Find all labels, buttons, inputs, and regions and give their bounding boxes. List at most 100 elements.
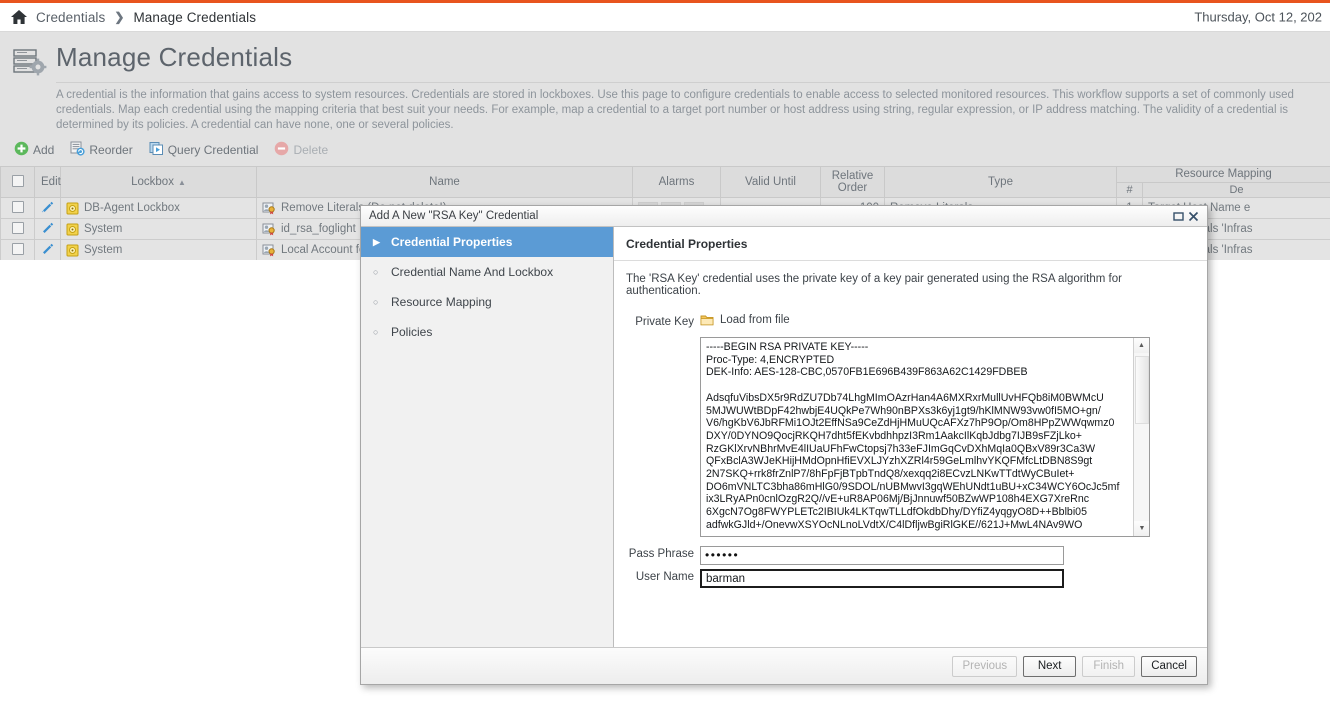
nav-item-label: Credential Name And Lockbox (391, 265, 554, 279)
row-lockbox-cell: DB-Agent Lockbox (60, 197, 257, 219)
finish-button[interactable]: Finish (1082, 655, 1136, 677)
grid-header-resource-mapping: Resource Mapping (1116, 166, 1330, 183)
next-button[interactable]: Next (1023, 655, 1077, 677)
grid-header-lockbox-label: Lockbox (131, 176, 174, 188)
private-key-scrollbar[interactable]: ▲ ▼ (1133, 338, 1149, 536)
delete-button: Delete (274, 141, 328, 159)
nav-item-credential-properties[interactable]: ▶ Credential Properties (361, 227, 613, 257)
pane-intro-text: The 'RSA Key' credential uses the privat… (626, 273, 1122, 297)
previous-button[interactable]: Previous (952, 655, 1018, 677)
query-credential-button[interactable]: Query Credential (149, 141, 258, 159)
dialog-title-bar[interactable]: Add A New "RSA Key" Credential (361, 206, 1207, 227)
private-key-textarea[interactable]: -----BEGIN RSA PRIVATE KEY----- Proc-Typ… (700, 337, 1150, 537)
minus-circle-icon (274, 141, 293, 159)
circle-bullet-icon: ○ (373, 267, 379, 277)
page-description: A credential is the information that gai… (56, 89, 1294, 131)
add-credential-dialog: Add A New "RSA Key" Credential ▶ Credent… (360, 205, 1208, 685)
row-checkbox[interactable] (11, 242, 24, 255)
grid-header-alarms[interactable]: Alarms (632, 166, 721, 198)
scrollbar-thumb[interactable] (1135, 356, 1149, 424)
private-key-text: -----BEGIN RSA PRIVATE KEY----- Proc-Typ… (706, 341, 1120, 531)
row-lockbox-cell: System (60, 218, 257, 240)
row-name-label: Local Account for (281, 244, 370, 256)
load-from-file-button[interactable]: Load from file (700, 314, 790, 326)
credential-icon (262, 223, 275, 235)
row-select-cell (0, 239, 35, 261)
row-select-cell (0, 218, 35, 240)
load-from-file-label: Load from file (720, 314, 790, 326)
scroll-up-arrow-icon[interactable]: ▲ (1134, 338, 1149, 353)
plus-circle-icon (14, 141, 33, 159)
manage-credentials-icon (12, 40, 48, 80)
dialog-step-nav: ▶ Credential Properties ○ Credential Nam… (361, 227, 614, 647)
row-lockbox-label: System (84, 244, 123, 256)
chevron-right-icon: ▶ (373, 236, 380, 247)
select-all-checkbox[interactable] (11, 174, 24, 187)
nav-item-policies[interactable]: ○ Policies (361, 317, 613, 347)
pass-phrase-input[interactable]: •••••• (700, 546, 1064, 565)
circle-bullet-icon: ○ (373, 297, 379, 307)
row-checkbox[interactable] (11, 200, 24, 213)
grid-toolbar: Add Reorder Query Credential Delete (0, 133, 1330, 166)
dialog-footer: Previous Next Finish Cancel (361, 647, 1207, 684)
breadcrumb-separator: ❯ (114, 10, 125, 24)
home-icon[interactable] (10, 9, 36, 25)
lockbox-icon (66, 202, 79, 214)
row-lockbox-label: DB-Agent Lockbox (84, 202, 180, 214)
pane-title: Credential Properties (614, 227, 1207, 261)
grid-header-lockbox[interactable]: Lockbox ▲ (60, 166, 257, 198)
add-button[interactable]: Add (14, 141, 54, 159)
reorder-icon (70, 141, 89, 159)
add-button-label: Add (33, 143, 55, 157)
breadcrumb: Credentials ❯ Manage Credentials Thursda… (0, 3, 1330, 32)
breadcrumb-current: Manage Credentials (133, 9, 257, 25)
row-lockbox-cell: System (60, 239, 257, 261)
row-checkbox[interactable] (11, 221, 24, 234)
pass-phrase-label: Pass Phrase (628, 548, 694, 560)
edit-pencil-icon (43, 222, 54, 233)
row-edit-cell[interactable] (34, 239, 61, 261)
user-name-input[interactable]: barman (700, 569, 1064, 588)
grid-header-edit[interactable]: Edit (34, 166, 61, 198)
row-edit-cell[interactable] (34, 197, 61, 219)
folder-icon (700, 315, 714, 326)
grid-header-name[interactable]: Name (256, 166, 633, 198)
edit-pencil-icon (41, 201, 54, 213)
user-name-label: User Name (635, 571, 694, 583)
row-lockbox-label: System (84, 223, 123, 235)
grid-header-rm-description[interactable]: De (1142, 181, 1330, 198)
reorder-button-label: Reorder (89, 143, 133, 157)
private-key-label: Private Key (635, 316, 694, 328)
nav-item-resource-mapping[interactable]: ○ Resource Mapping (361, 287, 613, 317)
breadcrumb-parent[interactable]: Credentials (36, 10, 105, 25)
nav-item-label: Policies (391, 325, 433, 339)
delete-button-label: Delete (293, 143, 329, 157)
cancel-button[interactable]: Cancel (1141, 655, 1197, 677)
row-edit-cell[interactable] (34, 218, 61, 240)
scroll-down-arrow-icon[interactable]: ▼ (1134, 521, 1149, 536)
lockbox-icon (66, 223, 79, 235)
credential-icon (262, 244, 275, 256)
circle-bullet-icon: ○ (373, 327, 379, 337)
dialog-title: Add A New "RSA Key" Credential (369, 210, 539, 222)
nav-item-label: Credential Properties (391, 235, 513, 249)
dialog-content-pane: Credential Properties The 'RSA Key' cred… (614, 227, 1207, 647)
grid-header-select (0, 166, 35, 198)
grid-header-rm-count[interactable]: # (1116, 181, 1143, 198)
grid-header-type[interactable]: Type (884, 166, 1117, 198)
nav-item-credential-name-and-lockbox[interactable]: ○ Credential Name And Lockbox (361, 257, 613, 287)
row-name-label: id_rsa_foglight (281, 223, 356, 235)
query-credential-icon (149, 141, 168, 159)
reorder-button[interactable]: Reorder (70, 141, 133, 159)
grid-header-valid-until[interactable]: Valid Until (720, 166, 821, 198)
close-icon[interactable] (1186, 209, 1201, 224)
grid-header-relative-order[interactable]: Relative Order (820, 166, 885, 198)
sort-ascending-icon: ▲ (177, 178, 186, 187)
credential-icon (262, 202, 275, 214)
edit-pencil-icon (43, 243, 54, 254)
row-select-cell (0, 197, 35, 219)
title-divider (56, 82, 1330, 83)
nav-item-label: Resource Mapping (391, 295, 492, 309)
restore-window-icon[interactable] (1171, 209, 1186, 224)
lockbox-icon (66, 244, 79, 256)
